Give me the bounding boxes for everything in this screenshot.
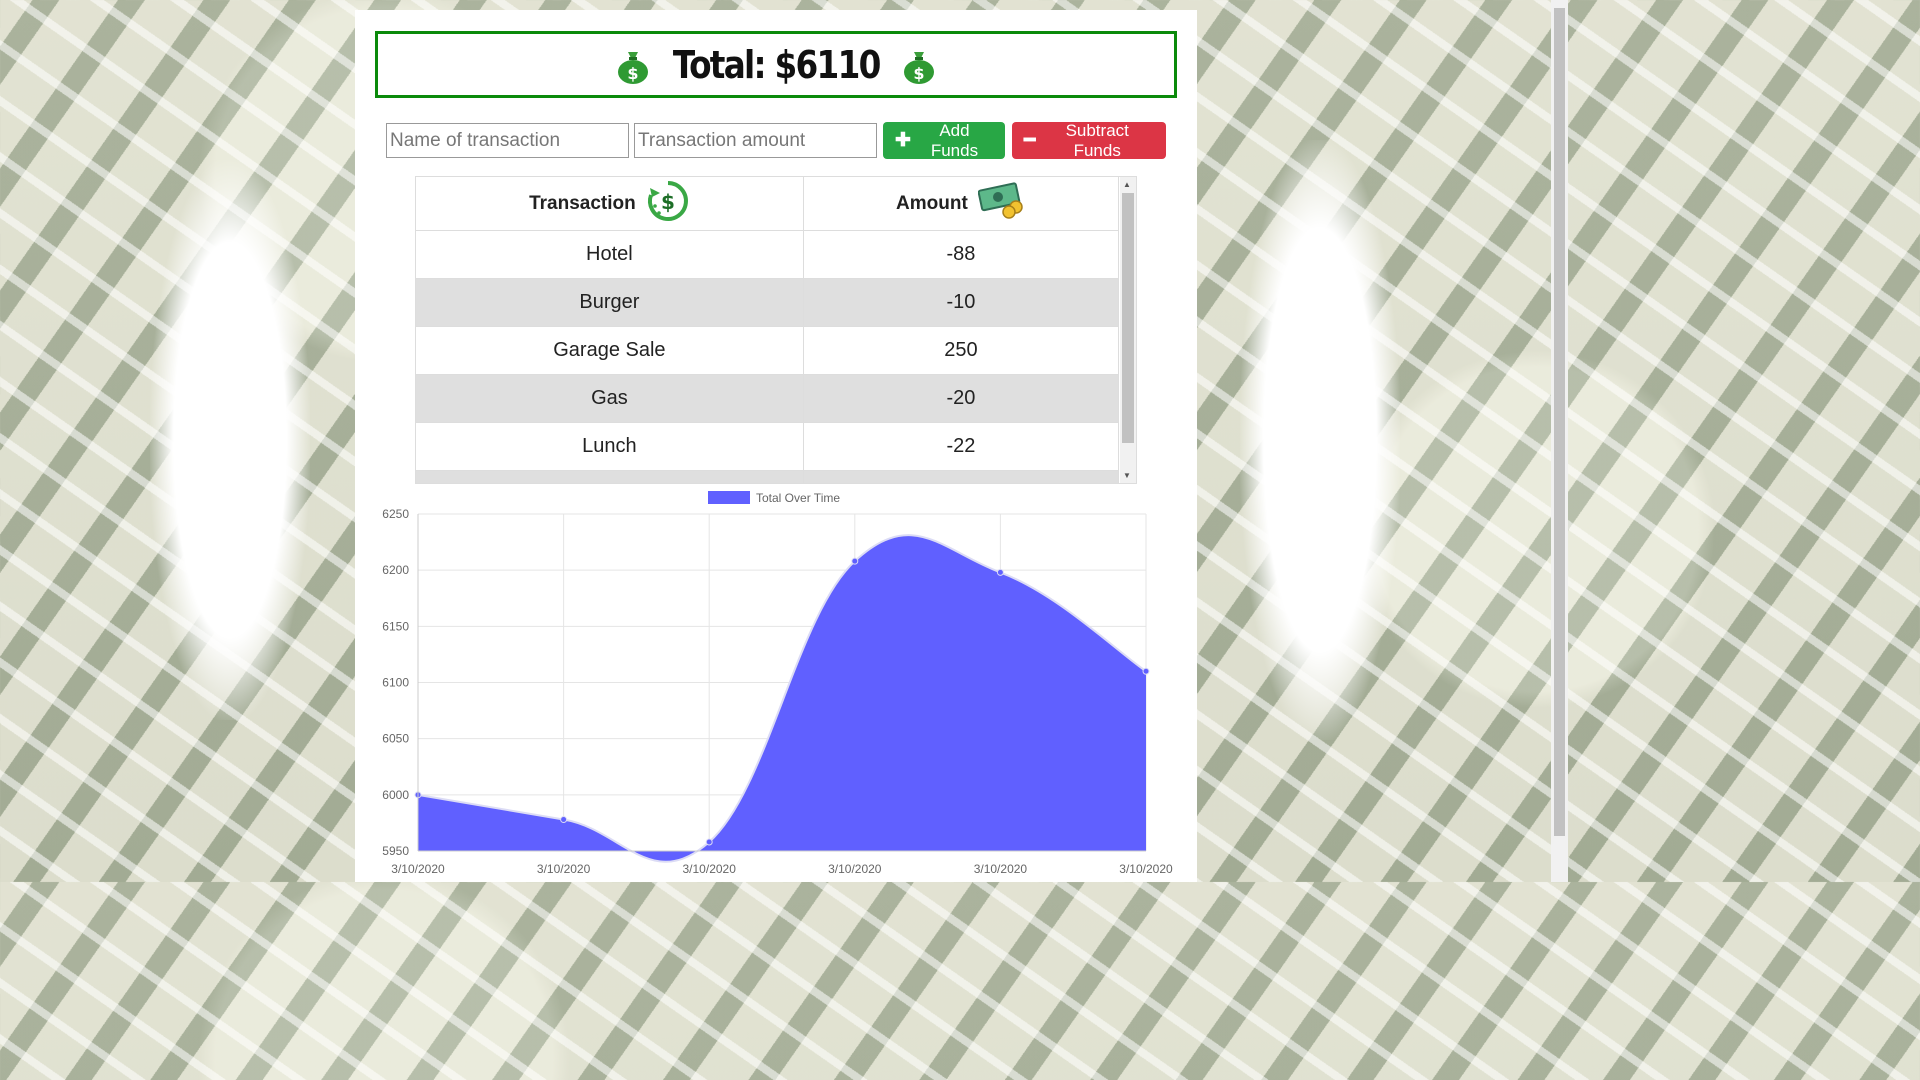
data-point <box>560 816 568 824</box>
page-scrollbar[interactable] <box>1551 0 1568 882</box>
table-scroll-thumb[interactable] <box>1122 193 1134 443</box>
transaction-amount-input[interactable] <box>634 123 877 158</box>
scroll-down-arrow-icon[interactable]: ▼ <box>1123 471 1131 480</box>
transaction-amount-cell: -20 <box>803 374 1120 423</box>
transaction-amount-cell: 6000 <box>803 470 1120 483</box>
money-bag-icon: $ <box>900 46 938 84</box>
transaction-amount-cell: 250 <box>803 326 1120 375</box>
transaction-name-cell: Lunch <box>416 422 804 471</box>
transaction-name-cell: Garage Sale <box>416 326 804 375</box>
chart-svg: Total Over Time 5950 6000 6050 6100 6150 6200 6… <box>382 491 1173 876</box>
legend-label: Total Over Time <box>756 491 840 505</box>
budget-panel: $ Total: $6110 $ ✚ Add Funds ━ Subtract … <box>355 10 1197 882</box>
column-header-amount: Amount <box>803 177 1120 231</box>
data-point <box>851 557 859 565</box>
add-funds-label: Add Funds <box>930 120 979 160</box>
data-point <box>705 838 713 846</box>
subtract-funds-button[interactable]: ━ Subtract Funds <box>1012 120 1166 160</box>
transaction-amount-cell: -22 <box>803 422 1120 471</box>
total-over-time-chart: Total Over Time 5950 6000 6050 6100 6150 6200 6… <box>355 486 1197 882</box>
x-tick-label: 3/10/2020 <box>828 862 882 876</box>
svg-text:$: $ <box>914 64 925 83</box>
column-header-label: Transaction <box>529 192 636 214</box>
page-scroll-thumb[interactable] <box>1554 8 1565 836</box>
transaction-amount-cell: -88 <box>803 230 1120 279</box>
y-tick-label: 6050 <box>382 732 409 746</box>
add-funds-button[interactable]: ✚ Add Funds <box>883 120 1005 160</box>
transaction-name-cell: Pay Day <box>416 470 804 483</box>
minus-icon: ━ <box>1024 130 1036 151</box>
y-tick-label: 5950 <box>382 844 409 858</box>
table-row: Burger -10 <box>416 278 1120 327</box>
transaction-name-cell: Burger <box>416 278 804 327</box>
transactions-table-container[interactable]: Transaction $ Amount Hotel -88 Burger -1… <box>415 176 1137 484</box>
column-header-transaction: Transaction $ <box>416 177 804 231</box>
total-banner: $ Total: $6110 $ <box>375 31 1177 98</box>
table-row: Pay Day6000 <box>416 470 1120 483</box>
x-tick-label: 3/10/2020 <box>391 862 445 876</box>
y-tick-label: 6250 <box>382 507 409 521</box>
x-tick-label: 3/10/2020 <box>1119 862 1173 876</box>
background-highlight-right <box>1240 140 1400 740</box>
x-tick-label: 3/10/2020 <box>683 862 737 876</box>
transaction-name-cell: Gas <box>416 374 804 423</box>
transaction-name-input[interactable] <box>386 123 629 158</box>
table-row: Hotel -88 <box>416 230 1120 279</box>
transaction-amount-cell: -10 <box>803 278 1120 327</box>
subtract-funds-label: Subtract Funds <box>1065 120 1129 160</box>
background-highlight-left <box>150 160 310 720</box>
legend-swatch <box>708 491 750 504</box>
x-tick-label: 3/10/2020 <box>537 862 591 876</box>
y-tick-label: 6150 <box>382 619 409 633</box>
dollar-cycle-icon: $ <box>646 179 690 229</box>
x-tick-label: 3/10/2020 <box>974 862 1028 876</box>
transaction-form: ✚ Add Funds ━ Subtract Funds <box>386 120 1166 160</box>
svg-text:$: $ <box>627 64 638 83</box>
total-amount: Total: $6110 <box>672 42 882 87</box>
column-header-label: Amount <box>896 192 968 214</box>
money-bag-icon: $ <box>614 46 652 84</box>
table-row: Lunch -22 <box>416 422 1120 471</box>
svg-text:$: $ <box>661 190 675 214</box>
table-row: Gas -20 <box>416 374 1120 423</box>
y-tick-label: 6200 <box>382 563 409 577</box>
plus-icon: ✚ <box>895 130 911 151</box>
cash-coins-icon <box>977 181 1026 227</box>
y-tick-label: 6100 <box>382 676 409 690</box>
y-tick-label: 6000 <box>382 788 409 802</box>
scroll-up-arrow-icon[interactable]: ▲ <box>1123 180 1131 189</box>
transactions-table: Transaction $ Amount Hotel -88 Burger -1… <box>416 177 1120 483</box>
data-point <box>1142 667 1150 675</box>
data-point <box>996 568 1004 576</box>
table-scrollbar[interactable]: ▲ ▼ <box>1120 177 1136 483</box>
table-row: Garage Sale 250 <box>416 326 1120 375</box>
transaction-name-cell: Hotel <box>416 230 804 279</box>
